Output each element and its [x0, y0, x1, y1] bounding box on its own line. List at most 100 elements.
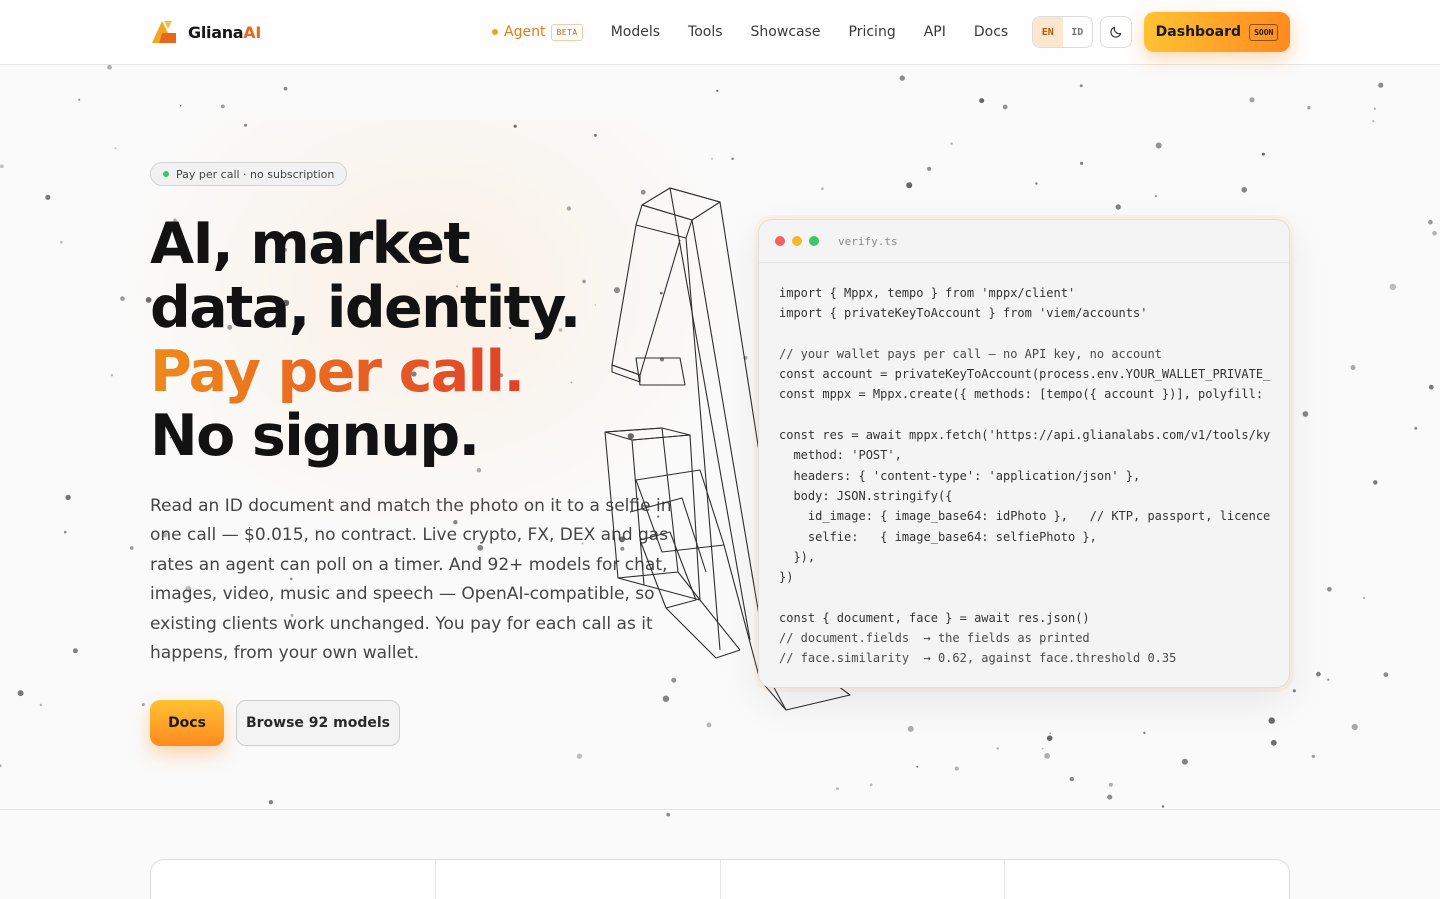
particle-dot	[39, 703, 42, 707]
particle-dot	[1311, 754, 1316, 758]
particle-dot	[1079, 84, 1083, 88]
hero-headline: AI, market data, identity. Pay per call.…	[150, 212, 620, 468]
close-dot-icon	[775, 236, 785, 246]
nav-links: Agent BETA Models Tools Showcase Pricing…	[492, 0, 1036, 64]
particle-dot	[1049, 732, 1052, 735]
particle-dot	[1373, 480, 1378, 485]
particle-dot	[954, 766, 959, 771]
particle-dot	[1327, 678, 1330, 681]
code-line: const res = await mppx.fetch('https://ap…	[779, 428, 1271, 443]
code-line: const account = privateKeyToAccount(proc…	[779, 367, 1271, 382]
particle-dot	[110, 374, 114, 377]
particle-dot	[907, 725, 914, 732]
agent-label: Agent	[504, 24, 546, 40]
particle-dot	[706, 722, 712, 728]
theme-toggle-button[interactable]	[1100, 16, 1132, 48]
stats-strip	[150, 859, 1290, 899]
particle-dot	[221, 104, 225, 109]
particle-dot	[1351, 723, 1358, 731]
particle-dot	[78, 98, 81, 101]
particle-dot	[114, 147, 117, 150]
particle-dot	[1115, 204, 1121, 210]
soon-badge: SOON	[1249, 23, 1279, 41]
particle-dot	[1292, 689, 1296, 693]
particle-dot	[899, 75, 905, 81]
particle-dot	[1044, 753, 1050, 759]
code-line: method: 'POST',	[779, 448, 902, 463]
particle-dot	[1372, 120, 1375, 123]
particle-dot	[1143, 731, 1146, 735]
top-navbar: GlianaAI Agent BETA Models Tools Showcas…	[0, 0, 1440, 65]
nav-link-tools[interactable]: Tools	[688, 24, 723, 40]
particle-dot	[141, 703, 145, 707]
beta-badge: BETA	[551, 23, 583, 41]
nav-link-api[interactable]: API	[924, 24, 946, 40]
particle-dot	[1302, 411, 1309, 417]
moon-icon	[1110, 26, 1122, 38]
particle-dot	[1373, 107, 1376, 110]
pricing-pill: Pay per call · no subscription	[150, 162, 348, 186]
code-line: }),	[779, 549, 816, 564]
particle-dot	[1383, 672, 1389, 678]
code-line: const mppx = Mppx.create({ methods: [tem…	[779, 387, 1264, 402]
particle-dot	[906, 182, 913, 189]
particle-dot	[927, 166, 932, 171]
particle-dot	[268, 800, 274, 805]
particle-dot	[1327, 587, 1332, 592]
particle-dot	[716, 89, 719, 92]
particle-dot	[1046, 735, 1053, 741]
code-line: // your wallet pays per call — no API ke…	[779, 346, 1162, 361]
particle-dot	[870, 783, 873, 787]
code-line: id_image: { image_base64: idPhoto }, // …	[779, 509, 1271, 524]
nav-link-showcase[interactable]: Showcase	[751, 24, 821, 40]
particle-dot	[1155, 142, 1162, 149]
particle-dot	[1378, 82, 1384, 88]
brand-logo[interactable]: GlianaAI	[150, 19, 261, 45]
code-line: // document.fields → the fields as print…	[779, 631, 1090, 646]
particle-dot	[836, 787, 839, 791]
nav-link-models[interactable]: Models	[611, 24, 660, 40]
particle-dot	[60, 240, 63, 244]
code-line: selfie: { image_base64: selfiePhoto },	[779, 529, 1097, 544]
lang-en-option[interactable]: EN	[1033, 17, 1063, 47]
browse-models-button[interactable]: Browse 92 models	[236, 700, 400, 746]
minimize-dot-icon	[792, 236, 802, 246]
particle-dot	[1268, 717, 1275, 724]
code-filename: verify.ts	[838, 234, 898, 248]
agent-status-dot	[492, 29, 498, 35]
language-switcher: EN ID	[1032, 16, 1093, 48]
code-line: headers: { 'content-type': 'application/…	[779, 468, 1141, 483]
particle-dot	[1350, 365, 1356, 370]
particle-dot	[17, 690, 24, 697]
particle-dot	[1154, 195, 1157, 198]
particle-dot	[1307, 106, 1311, 110]
particle-dot	[283, 86, 288, 91]
dashboard-label: Dashboard	[1155, 24, 1242, 40]
particle-dot	[1035, 182, 1038, 185]
docs-button[interactable]: Docs	[150, 700, 224, 746]
code-window-titlebar: verify.ts	[759, 220, 1289, 263]
brand-name: GlianaAI	[188, 22, 262, 42]
code-line: const { document, face } = await res.jso…	[779, 610, 1090, 625]
particle-dot	[1428, 219, 1433, 225]
particle-dot	[1249, 97, 1255, 103]
maximize-dot-icon	[809, 236, 819, 246]
pill-text: Pay per call · no subscription	[176, 167, 335, 181]
particle-dot	[950, 142, 953, 145]
stats-cell	[436, 860, 721, 899]
particle-dot	[1270, 739, 1277, 746]
nav-link-docs[interactable]: Docs	[974, 24, 1008, 40]
particle-dot	[1181, 758, 1188, 765]
code-snippet-window: verify.ts import { Mppx, tempo } from 'm…	[758, 219, 1290, 688]
nav-link-pricing[interactable]: Pricing	[849, 24, 896, 40]
headline-part-1: AI, market data, identity.	[150, 211, 581, 341]
nav-link-agent[interactable]: Agent BETA	[492, 23, 583, 41]
particle-dot	[996, 747, 999, 750]
lang-id-option[interactable]: ID	[1063, 17, 1093, 47]
particle-dot	[72, 648, 78, 654]
particle-dot	[576, 753, 583, 759]
dashboard-button[interactable]: Dashboard SOON	[1144, 12, 1290, 52]
particle-dot	[1080, 161, 1084, 165]
particle-dot	[1002, 104, 1008, 110]
